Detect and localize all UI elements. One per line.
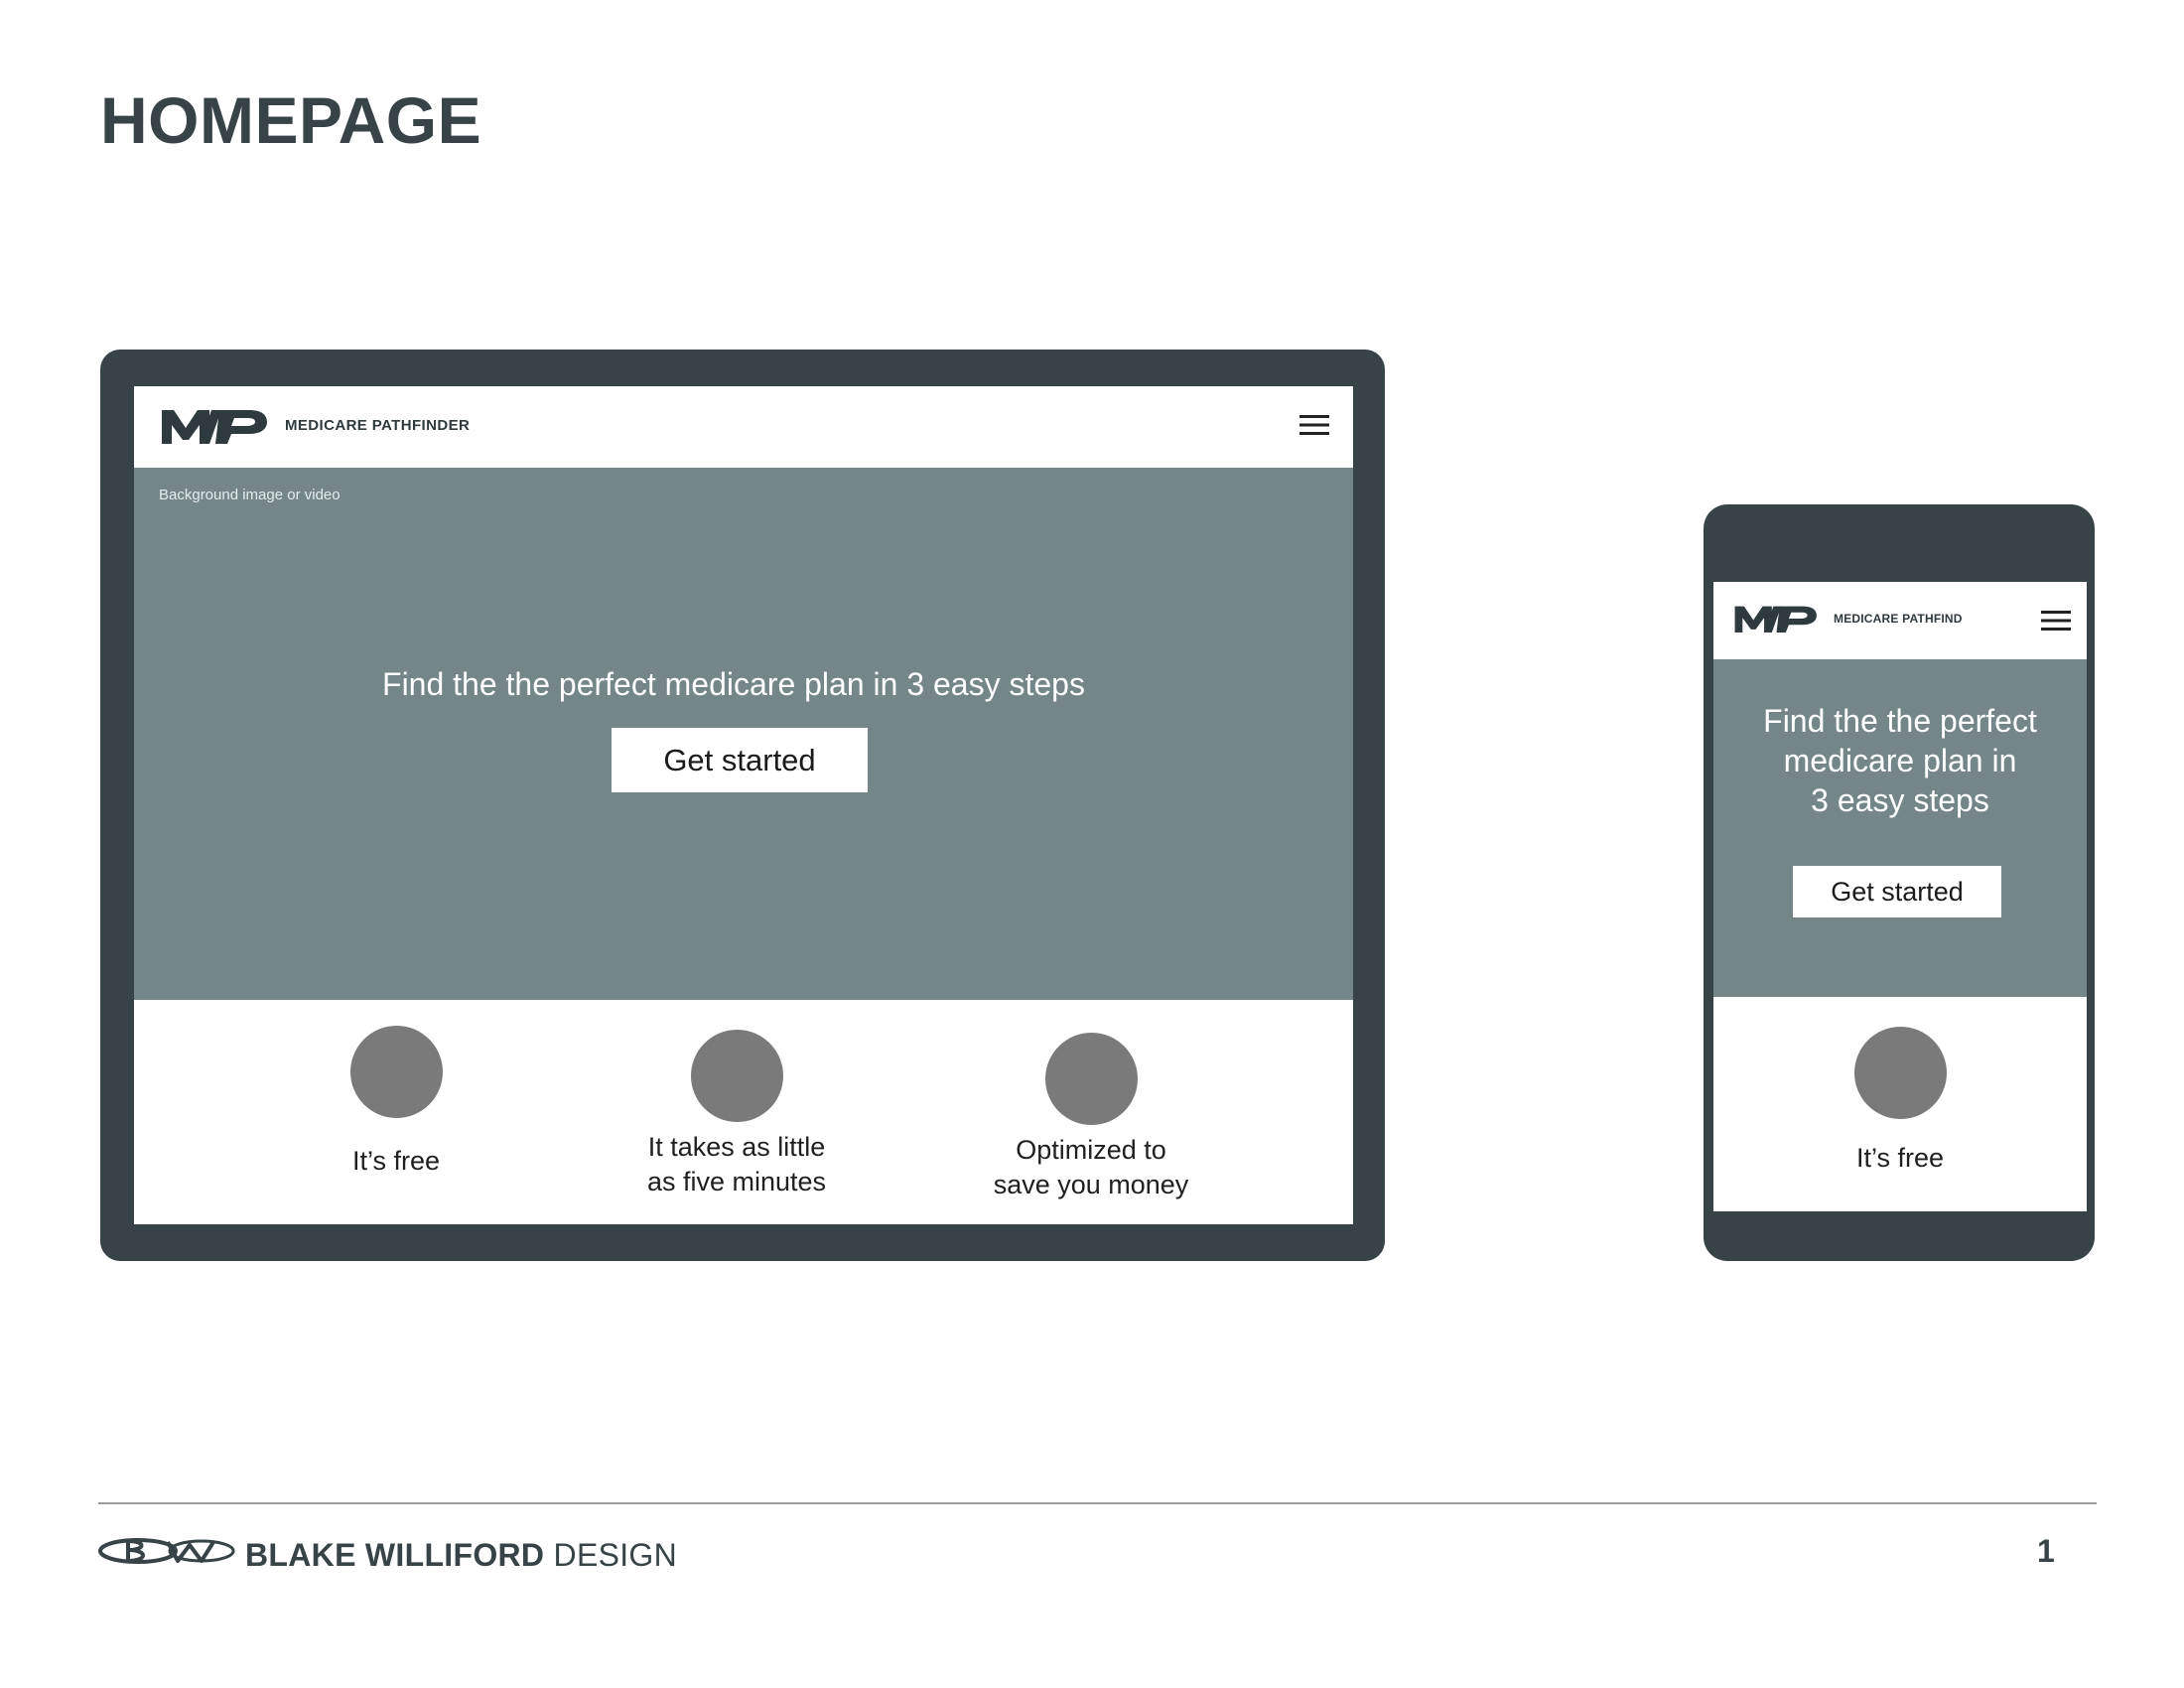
hamburger-menu-icon[interactable] <box>1299 412 1329 438</box>
feature-icon <box>349 1026 443 1118</box>
page-title: HOMEPAGE <box>100 83 482 157</box>
feature-label: Optimized to save you money <box>993 1135 1189 1199</box>
feature-item: It’s free <box>247 1026 545 1179</box>
get-started-button[interactable]: Get started <box>612 728 868 792</box>
feature-icon <box>690 1030 783 1122</box>
tablet-screen: MEDICARE PATHFINDER Background image or … <box>134 386 1353 1224</box>
hero-headline: Find the the perfect medicare plan in 3 … <box>382 666 1085 702</box>
feature-icon <box>1044 1033 1138 1125</box>
feature-label: It takes as little as five minutes <box>646 1132 827 1196</box>
footer-brand-bold: BLAKE WILLIFORD <box>245 1537 545 1573</box>
feature-label: It’s free <box>351 1146 441 1176</box>
footer-divider <box>98 1502 2097 1504</box>
footer-brand-light: DESIGN <box>553 1537 678 1573</box>
get-started-button[interactable]: Get started <box>1793 866 2001 917</box>
page-number: 1 <box>2037 1533 2055 1569</box>
feature-item: It takes as little as five minutes <box>588 1030 886 1199</box>
brand-name: MEDICARE PATHFIND <box>1834 612 1963 626</box>
brand-name: MEDICARE PATHFINDER <box>285 417 471 434</box>
hero-section: Find the the perfect medicare plan in 3 … <box>1713 659 2087 997</box>
phone-mockup: MEDICARE PATHFIND Find the the perfect m… <box>1704 504 2095 1261</box>
tablet-navbar: MEDICARE PATHFINDER <box>134 386 1349 468</box>
background-note: Background image or video <box>159 487 341 503</box>
hero-section: Background image or video Find the the p… <box>134 468 1353 1000</box>
mp-logo-icon[interactable] <box>1733 603 1820 634</box>
feature-icon <box>1853 1027 1947 1119</box>
feature-item: Optimized to save you money <box>942 1033 1240 1202</box>
hero-headline: Find the the perfect medicare plan in 3 … <box>1763 703 2037 818</box>
phone-screen: MEDICARE PATHFIND Find the the perfect m… <box>1713 582 2087 1211</box>
mp-logo-icon[interactable] <box>160 406 271 446</box>
feature-label: It’s free <box>1855 1143 1945 1173</box>
tablet-mockup: MEDICARE PATHFINDER Background image or … <box>100 350 1385 1261</box>
features-section: It’s free It takes as little as five min… <box>134 1000 1353 1224</box>
bw-logo-icon <box>98 1538 235 1564</box>
hamburger-menu-icon[interactable] <box>2041 609 2071 633</box>
phone-navbar: MEDICARE PATHFIND <box>1713 582 2087 659</box>
footer-brand: BLAKE WILLIFORD DESIGN <box>245 1537 677 1574</box>
feature-item: It’s free <box>1713 1027 2087 1174</box>
